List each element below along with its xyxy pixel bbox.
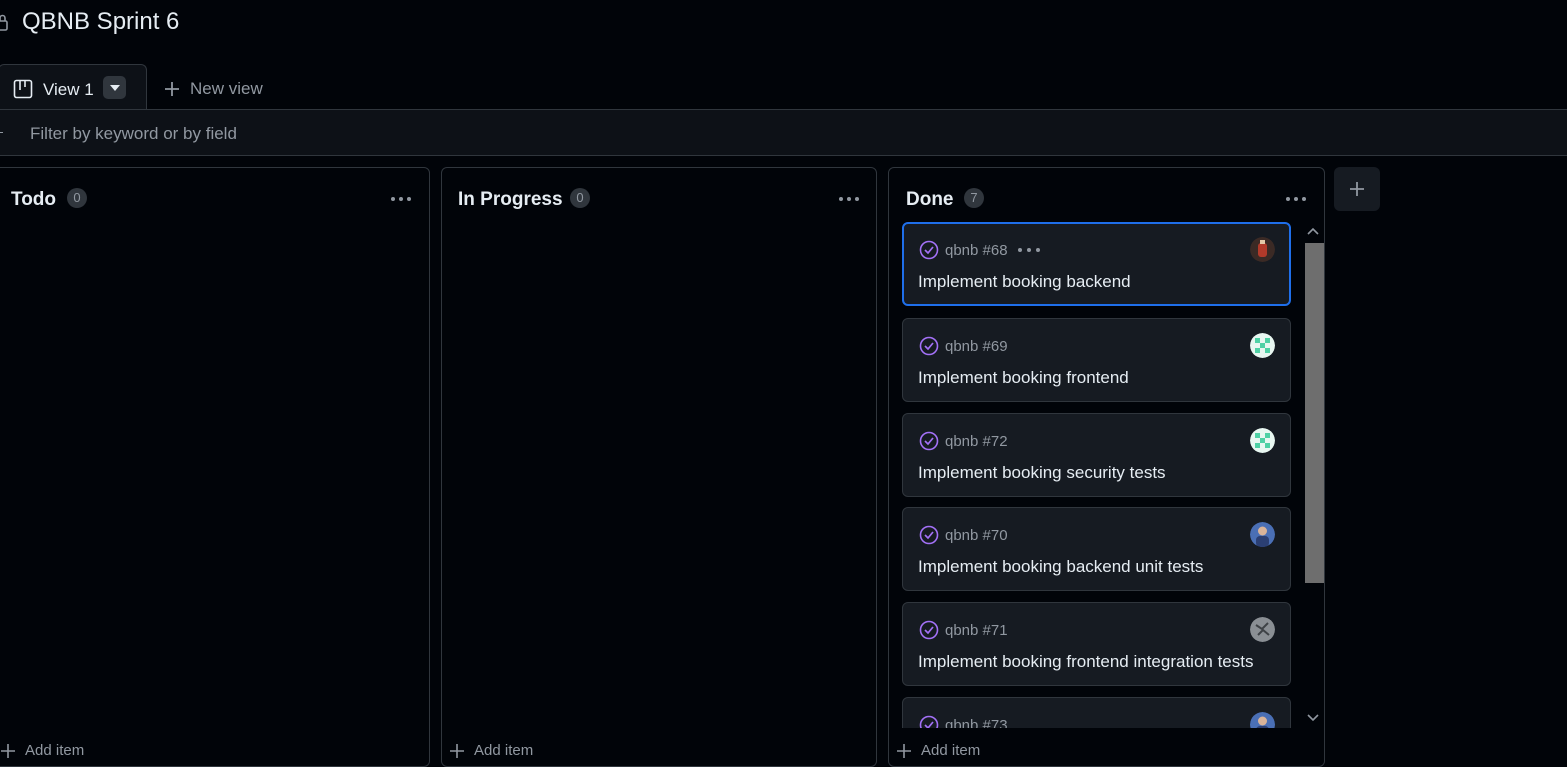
add-item-button[interactable]: Add item (897, 742, 980, 759)
column-header: Done 7 (889, 188, 1324, 212)
column-count: 7 (964, 188, 984, 208)
add-item-button[interactable]: Add item (450, 742, 533, 759)
column-count: 0 (67, 188, 87, 208)
plus-icon (1, 743, 15, 758)
kebab-horizontal-icon[interactable] (389, 187, 413, 211)
chevron-up-icon[interactable] (1307, 226, 1319, 236)
avatar (1250, 428, 1275, 453)
add-item-label: Add item (921, 742, 981, 759)
card-title[interactable]: Implement booking backend unit tests (918, 557, 1203, 577)
board-icon (13, 79, 33, 99)
card-title[interactable]: Implement booking frontend (918, 368, 1129, 388)
view-options-button[interactable] (103, 76, 126, 99)
card-title[interactable]: Implement booking frontend integration t… (918, 652, 1253, 672)
card-title[interactable]: Implement booking backend (918, 272, 1131, 292)
card-ref: qbnb #72 (919, 431, 1008, 451)
plus-icon (897, 743, 911, 758)
add-item-label: Add item (474, 742, 534, 759)
tab-view-1[interactable]: View 1 (0, 64, 147, 110)
issue-closed-icon (919, 240, 939, 260)
plus-icon (450, 743, 464, 758)
triangle-down-icon (109, 84, 120, 91)
add-item-label: Add item (25, 742, 85, 759)
card-ref: qbnb #68 (919, 240, 1008, 260)
card-list: qbnb #68 Implement booking backend qbnb … (889, 220, 1301, 728)
card-ref: qbnb #70 (919, 525, 1008, 545)
card-item[interactable]: qbnb #68 Implement booking backend (902, 222, 1291, 306)
card-item[interactable]: qbnb #71 Implement booking frontend inte… (902, 602, 1291, 686)
add-item-button[interactable]: Add item (1, 742, 84, 759)
issue-closed-icon (919, 715, 939, 728)
column-title: Todo (11, 189, 57, 210)
avatar (1250, 237, 1275, 262)
plus-icon (165, 82, 179, 96)
chevron-down-icon[interactable] (1307, 713, 1319, 723)
card-ref: qbnb #73 (919, 715, 1008, 728)
card-item[interactable]: qbnb #70 Implement booking backend unit … (902, 507, 1291, 591)
new-view-label: New view (190, 79, 263, 98)
project-header: QBNB Sprint 6 View 1 New view (0, 0, 1567, 110)
tab-label: View 1 (43, 80, 94, 99)
avatar (1250, 617, 1275, 642)
column-count: 0 (570, 188, 590, 208)
add-column-button[interactable] (1334, 167, 1380, 211)
avatar (1250, 333, 1275, 358)
new-view-button[interactable]: New view (164, 78, 263, 100)
avatar (1250, 522, 1275, 547)
card-ref: qbnb #69 (919, 336, 1008, 356)
issue-closed-icon (919, 336, 939, 356)
column-done: Done 7 qbnb #68 Implement booking backen… (888, 167, 1325, 767)
avatar (1250, 712, 1275, 728)
kebab-horizontal-icon[interactable] (837, 187, 861, 211)
kebab-horizontal-icon[interactable] (1284, 187, 1308, 211)
lock-icon (0, 14, 8, 31)
issue-closed-icon (919, 620, 939, 640)
filter-icon (0, 132, 3, 133)
project-title: QBNB Sprint 6 (22, 8, 180, 35)
issue-closed-icon (919, 431, 939, 451)
column-in-progress: In Progress 0 Add item (441, 167, 877, 767)
card-item[interactable]: qbnb #73 (902, 697, 1291, 728)
column-header: Todo 0 (0, 188, 429, 212)
column-todo: Todo 0 Add item (0, 167, 430, 767)
filter-input[interactable]: Filter by keyword or by field (30, 124, 237, 144)
scrollbar-thumb[interactable] (1305, 243, 1324, 583)
column-header: In Progress 0 (442, 188, 876, 212)
kebab-horizontal-icon[interactable] (1016, 243, 1042, 257)
card-ref: qbnb #71 (919, 620, 1008, 640)
filter-bar: Filter by keyword or by field (0, 110, 1567, 156)
card-title[interactable]: Implement booking security tests (918, 463, 1166, 483)
card-item[interactable]: qbnb #69 Implement booking frontend (902, 318, 1291, 402)
plus-icon (1350, 182, 1364, 196)
card-item[interactable]: qbnb #72 Implement booking security test… (902, 413, 1291, 497)
column-title: Done (906, 189, 954, 210)
issue-closed-icon (919, 525, 939, 545)
column-title: In Progress (458, 189, 563, 210)
